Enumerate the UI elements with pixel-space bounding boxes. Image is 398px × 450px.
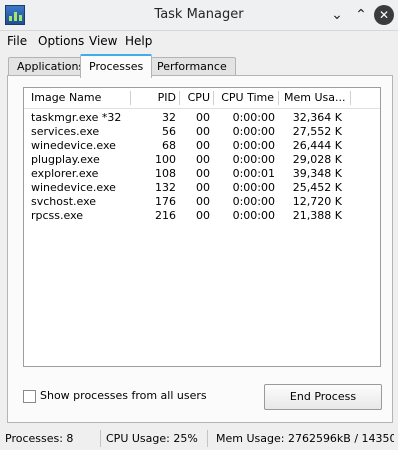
process-name: winedevice.exe xyxy=(31,139,116,152)
process-mem-usage: 26,444 K xyxy=(292,139,342,152)
process-cpu-time: 0:00:00 xyxy=(232,209,275,222)
process-cpu-time: 0:00:00 xyxy=(232,111,275,124)
process-cpu-time: 0:00:01 xyxy=(232,167,275,180)
process-pid: 56 xyxy=(162,125,176,138)
process-row[interactable]: taskmgr.exe *32 32 00 0:00:00 32,364 K xyxy=(24,111,380,125)
process-pid: 216 xyxy=(155,209,176,222)
process-row[interactable]: rpcss.exe 216 00 0:00:00 21,388 K xyxy=(24,209,380,223)
status-mem-usage: Mem Usage: 2762596kB / 14350788kB xyxy=(216,432,394,445)
process-pid: 176 xyxy=(155,195,176,208)
end-process-button[interactable]: End Process xyxy=(264,384,382,410)
process-pid: 100 xyxy=(155,153,176,166)
menu-help[interactable]: Help xyxy=(125,34,152,48)
status-bar: Processes: 8 CPU Usage: 25% Mem Usage: 2… xyxy=(0,427,398,450)
process-pid: 68 xyxy=(162,139,176,152)
process-row[interactable]: svchost.exe 176 00 0:00:00 12,720 K xyxy=(24,195,380,209)
processes-panel: Image Name PID CPU CPU Time Mem Usa... t… xyxy=(7,75,393,423)
process-mem-usage: 39,348 K xyxy=(292,167,342,180)
process-row[interactable]: services.exe 56 00 0:00:00 27,552 K xyxy=(24,125,380,139)
status-processes: Processes: 8 xyxy=(5,432,74,445)
process-cpu-time: 0:00:00 xyxy=(232,195,275,208)
process-list[interactable]: Image Name PID CPU CPU Time Mem Usa... t… xyxy=(23,87,381,367)
process-name: rpcss.exe xyxy=(31,209,84,222)
process-name: plugplay.exe xyxy=(31,153,100,166)
process-name: taskmgr.exe *32 xyxy=(31,111,122,124)
process-cpu: 00 xyxy=(196,181,210,194)
process-pid: 32 xyxy=(162,111,176,124)
process-cpu-time: 0:00:00 xyxy=(232,125,275,138)
close-icon[interactable]: ✕ xyxy=(374,5,394,25)
column-header-cpu[interactable]: CPU xyxy=(182,91,210,104)
process-name: explorer.exe xyxy=(31,167,99,180)
show-all-users-label[interactable]: Show processes from all users xyxy=(40,389,207,402)
process-mem-usage: 27,552 K xyxy=(292,125,342,138)
process-name: winedevice.exe xyxy=(31,181,116,194)
show-all-users-checkbox[interactable] xyxy=(23,390,36,403)
status-cpu-usage: CPU Usage: 25% xyxy=(106,432,198,445)
tab-processes[interactable]: Processes xyxy=(80,54,153,78)
process-row[interactable]: winedevice.exe 68 00 0:00:00 26,444 K xyxy=(24,139,380,153)
process-name: services.exe xyxy=(31,125,100,138)
menu-bar: File Options View Help xyxy=(0,31,398,51)
process-cpu-time: 0:00:00 xyxy=(232,181,275,194)
maximize-chevron-up-icon[interactable]: ⌃ xyxy=(351,5,371,25)
menu-file[interactable]: File xyxy=(7,34,27,48)
column-header-pid[interactable]: PID xyxy=(134,91,176,104)
process-row[interactable]: plugplay.exe 100 00 0:00:00 29,028 K xyxy=(24,153,380,167)
process-cpu: 00 xyxy=(196,209,210,222)
column-header-image-name[interactable]: Image Name xyxy=(31,91,127,104)
process-cpu: 00 xyxy=(196,125,210,138)
process-cpu-time: 0:00:00 xyxy=(232,153,275,166)
process-name: svchost.exe xyxy=(31,195,97,208)
process-list-header: Image Name PID CPU CPU Time Mem Usa... xyxy=(24,88,380,109)
process-mem-usage: 32,364 K xyxy=(292,111,342,124)
process-cpu: 00 xyxy=(196,153,210,166)
tab-performance[interactable]: Performance xyxy=(148,57,236,76)
process-mem-usage: 29,028 K xyxy=(292,153,342,166)
process-mem-usage: 25,452 K xyxy=(292,181,342,194)
process-pid: 108 xyxy=(155,167,176,180)
process-cpu: 00 xyxy=(196,167,210,180)
column-header-cpu-time[interactable]: CPU Time xyxy=(216,91,274,104)
menu-options[interactable]: Options xyxy=(38,34,84,48)
menu-view[interactable]: View xyxy=(89,34,117,48)
column-header-mem-usage[interactable]: Mem Usa... xyxy=(284,91,348,104)
minimize-chevron-down-icon[interactable]: ⌄ xyxy=(327,5,347,25)
process-cpu: 00 xyxy=(196,111,210,124)
process-cpu: 00 xyxy=(196,195,210,208)
process-row[interactable]: winedevice.exe 132 00 0:00:00 25,452 K xyxy=(24,181,380,195)
process-pid: 132 xyxy=(155,181,176,194)
process-cpu-time: 0:00:00 xyxy=(232,139,275,152)
process-cpu: 00 xyxy=(196,139,210,152)
process-mem-usage: 12,720 K xyxy=(292,195,342,208)
process-mem-usage: 21,388 K xyxy=(292,209,342,222)
process-row[interactable]: explorer.exe 108 00 0:00:01 39,348 K xyxy=(24,167,380,181)
title-bar[interactable]: Task Manager ⌄ ⌃ ✕ xyxy=(0,0,398,31)
